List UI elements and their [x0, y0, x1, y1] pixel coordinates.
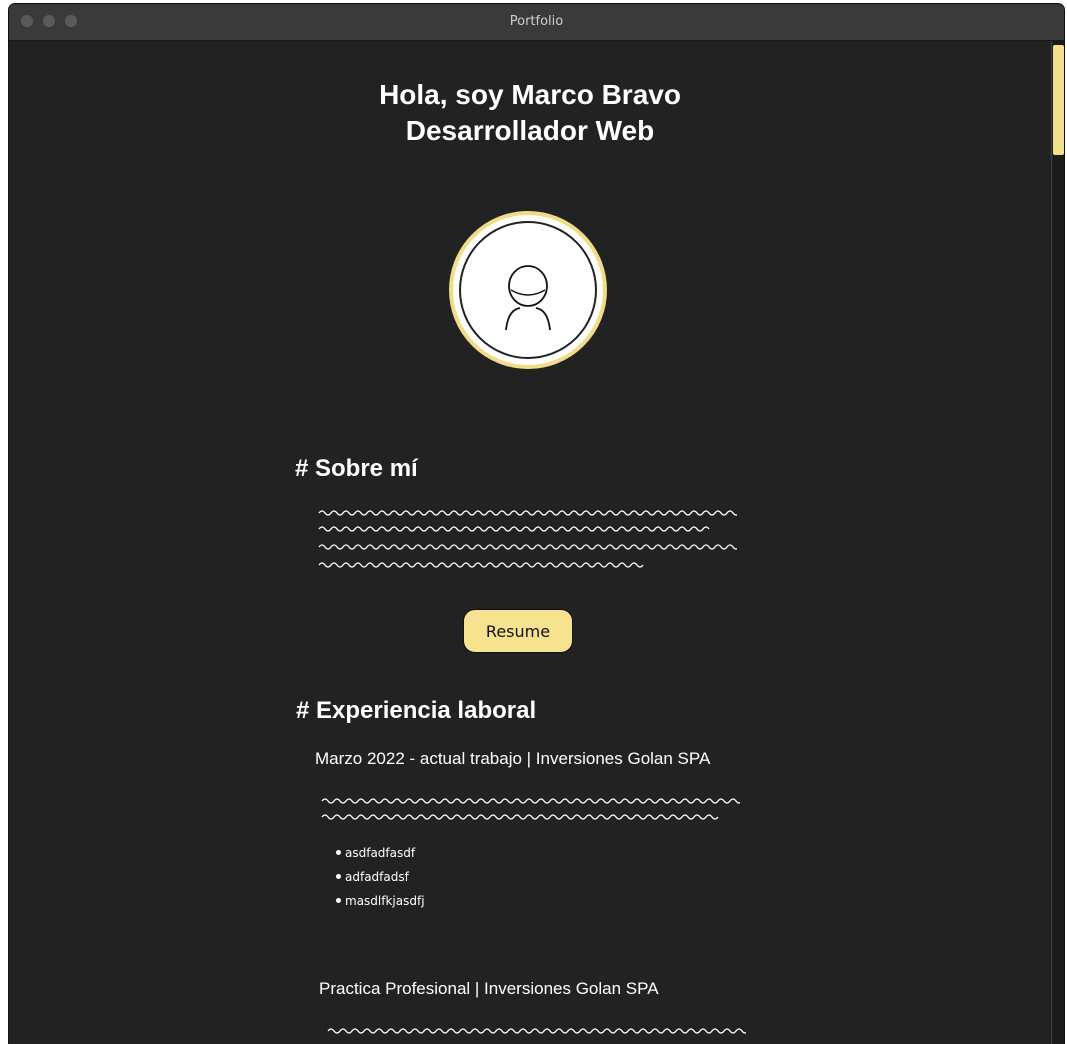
vertical-scrollbar[interactable]: [1051, 41, 1064, 1044]
bullet-dot-icon: [336, 898, 341, 903]
list-item: adfadfadsf: [336, 865, 425, 889]
resume-button[interactable]: Resume: [463, 609, 573, 653]
hero-heading: Hola, soy Marco Bravo Desarrollador Web: [9, 77, 1051, 149]
job-2-description-placeholder: [327, 1028, 746, 1034]
window-title: Portfolio: [509, 14, 564, 29]
about-paragraph-placeholder: [318, 510, 737, 568]
browser-window: Portfolio Hola, soy Marco Bravo Desarrol…: [9, 4, 1064, 1044]
experience-heading: # Experiencia laboral: [296, 697, 537, 724]
job-1-description-placeholder: [321, 798, 740, 820]
bullet-dot-icon: [336, 850, 341, 855]
avatar: [449, 211, 607, 369]
page-content: Hola, soy Marco Bravo Desarrollador Web …: [9, 41, 1051, 1041]
hero-greeting: Hola, soy Marco Bravo: [379, 79, 681, 110]
list-item: masdlfkjasdfj: [336, 889, 425, 913]
user-silhouette-icon: [459, 221, 597, 359]
job-1-bullet-list: asdfadfasdf adfadfadsf masdlfkjasdfj: [336, 841, 425, 913]
about-heading: # Sobre mí: [295, 455, 418, 482]
list-item: asdfadfasdf: [336, 841, 425, 865]
job-title-1: Marzo 2022 - actual trabajo | Inversione…: [315, 749, 711, 768]
title-bar: Portfolio: [9, 4, 1064, 41]
hero-role: Desarrollador Web: [405, 115, 655, 146]
scrollbar-thumb[interactable]: [1053, 45, 1064, 155]
job-title-2: Practica Profesional | Inversiones Golan…: [319, 979, 659, 998]
bullet-dot-icon: [336, 874, 341, 879]
